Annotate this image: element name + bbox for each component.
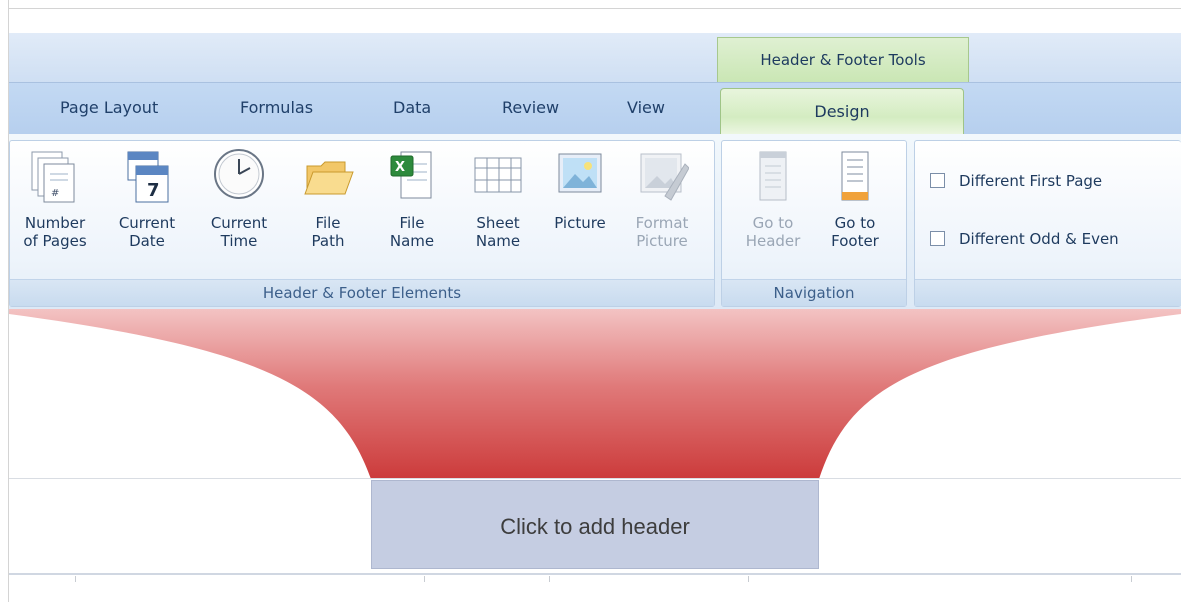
button-label-line2: Picture	[636, 232, 688, 250]
window-frame	[0, 0, 1181, 33]
svg-text:X: X	[395, 160, 405, 175]
tab-data[interactable]: Data	[393, 98, 431, 117]
different-odd-even-option[interactable]: Different Odd & Even	[930, 230, 1119, 248]
button-label-line1: Number	[24, 214, 86, 232]
button-label-line1: Go to	[834, 214, 876, 232]
group-label: Header & Footer Elements	[10, 279, 714, 306]
folder-icon	[304, 161, 354, 195]
go-to-header-button[interactable]: Go to Header	[740, 146, 806, 250]
go-to-footer-icon	[841, 151, 869, 201]
button-label-line2: Name	[389, 232, 435, 250]
clock-icon	[214, 149, 264, 199]
button-label-line2: Name	[475, 232, 521, 250]
sheet-row-line	[9, 573, 1181, 575]
calendar-icon: 8 7	[127, 151, 169, 203]
frame-border	[8, 0, 9, 602]
frame-border	[8, 8, 1181, 9]
ruler-tick	[1131, 576, 1132, 582]
button-label-line2: Time	[220, 232, 258, 250]
context-tab-title: Header & Footer Tools	[717, 37, 969, 84]
group-label: Navigation	[722, 279, 906, 306]
different-first-page-option[interactable]: Different First Page	[930, 172, 1102, 190]
picture-button[interactable]: Picture	[544, 146, 616, 232]
checkbox-label: Different Odd & Even	[959, 230, 1119, 248]
button-label-line1: File	[315, 214, 341, 232]
button-label-line1: Picture	[554, 214, 606, 232]
go-to-header-icon	[759, 151, 787, 201]
current-date-button[interactable]: 8 7 Current Date	[110, 146, 184, 250]
tab-view[interactable]: View	[627, 98, 665, 117]
checkbox[interactable]	[930, 173, 945, 188]
header-placeholder[interactable]: Click to add header	[371, 480, 819, 569]
tab-page-layout[interactable]: Page Layout	[60, 98, 158, 117]
button-label-line1: Go to	[752, 214, 794, 232]
svg-text:7: 7	[147, 180, 160, 201]
svg-text:#: #	[51, 188, 59, 199]
button-label-line1: Sheet	[476, 214, 520, 232]
sheet-margin-line	[9, 478, 1181, 479]
tab-formulas[interactable]: Formulas	[240, 98, 313, 117]
file-name-button[interactable]: X File Name	[378, 146, 446, 250]
ruler-tick	[748, 576, 749, 582]
picture-icon	[558, 153, 602, 193]
button-label-line2: Footer	[831, 232, 879, 250]
checkbox[interactable]	[930, 231, 945, 246]
tab-design[interactable]: Design	[720, 88, 964, 136]
ruler-tick	[424, 576, 425, 582]
button-label-line2: Header	[745, 232, 801, 250]
button-label-line2: Path	[311, 232, 345, 250]
format-picture-icon	[640, 153, 689, 201]
button-label-line1: Current	[118, 214, 176, 232]
group-options	[914, 140, 1181, 307]
ribbon-tab-strip	[9, 82, 1181, 135]
tab-review[interactable]: Review	[502, 98, 559, 117]
format-picture-button[interactable]: Format Picture	[624, 146, 700, 250]
button-label-line2: Date	[129, 232, 165, 250]
go-to-footer-button[interactable]: Go to Footer	[822, 146, 888, 250]
group-label	[915, 279, 1181, 306]
number-of-pages-icon: #	[31, 151, 75, 203]
number-of-pages-button[interactable]: # Number of Pages	[12, 146, 98, 250]
ribbon-title-band	[9, 33, 1181, 82]
file-path-button[interactable]: File Path	[294, 146, 362, 250]
button-label-line1: Current	[210, 214, 268, 232]
current-time-button[interactable]: Current Time	[200, 146, 278, 250]
excel-file-icon: X	[390, 151, 432, 199]
ruler-tick	[75, 576, 76, 582]
checkbox-label: Different First Page	[959, 172, 1103, 190]
sheet-grid-icon	[474, 157, 522, 193]
button-label-line2: of Pages	[23, 232, 87, 250]
zoom-callout-funnel	[9, 309, 1181, 479]
button-label-line1: Format	[635, 214, 689, 232]
button-label-line1: File	[399, 214, 425, 232]
ruler-tick	[549, 576, 550, 582]
sheet-name-button[interactable]: Sheet Name	[462, 146, 534, 250]
